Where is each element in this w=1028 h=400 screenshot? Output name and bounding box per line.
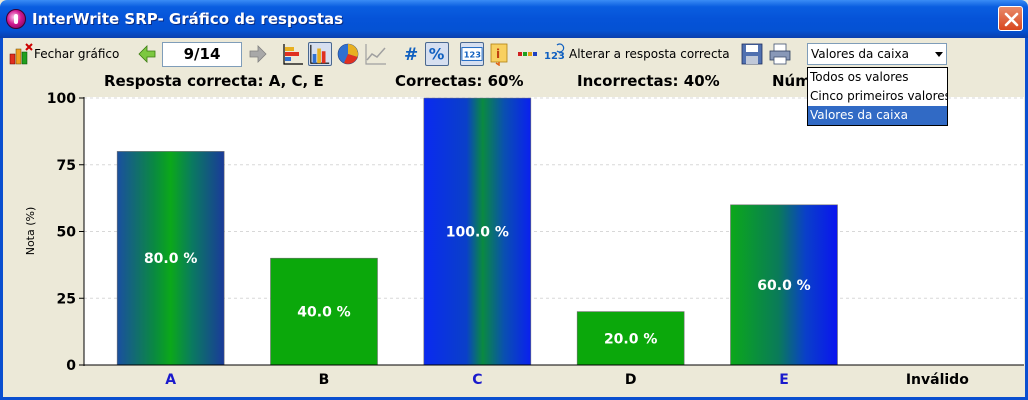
- x-tick-label: D: [625, 372, 637, 388]
- y-tick-label: 25: [57, 291, 76, 307]
- dropdown-option-box-values[interactable]: Valores da caixa: [808, 106, 947, 125]
- data-label: 60.0 %: [757, 278, 810, 294]
- y-tick-label: 50: [57, 225, 77, 241]
- x-tick-label: A: [165, 372, 176, 388]
- dropdown-option-all[interactable]: Todos os valores: [808, 68, 947, 87]
- y-axis-label: Nota (%): [24, 207, 37, 256]
- x-tick-label: C: [472, 372, 482, 388]
- x-tick-label: E: [779, 372, 789, 388]
- y-tick-label: 100: [47, 91, 76, 107]
- data-label: 100.0 %: [446, 225, 509, 241]
- dropdown-option-first-five[interactable]: Cinco primeiros valores: [808, 87, 947, 106]
- bar-chart: 0 25 50 75 100 80.0 % A 40.0 % B 100.0 % C 20.0 % D…: [24, 91, 1024, 388]
- data-label: 20.0 %: [604, 331, 657, 347]
- y-tick-label: 0: [66, 358, 76, 374]
- x-tick-label: B: [319, 372, 330, 388]
- y-tick-label: 75: [57, 158, 76, 174]
- values-dropdown-list: Todos os valores Cinco primeiros valores…: [807, 67, 948, 126]
- data-label: 40.0 %: [297, 305, 350, 321]
- data-label: 80.0 %: [144, 251, 197, 267]
- x-tick-label: Inválido: [906, 372, 969, 388]
